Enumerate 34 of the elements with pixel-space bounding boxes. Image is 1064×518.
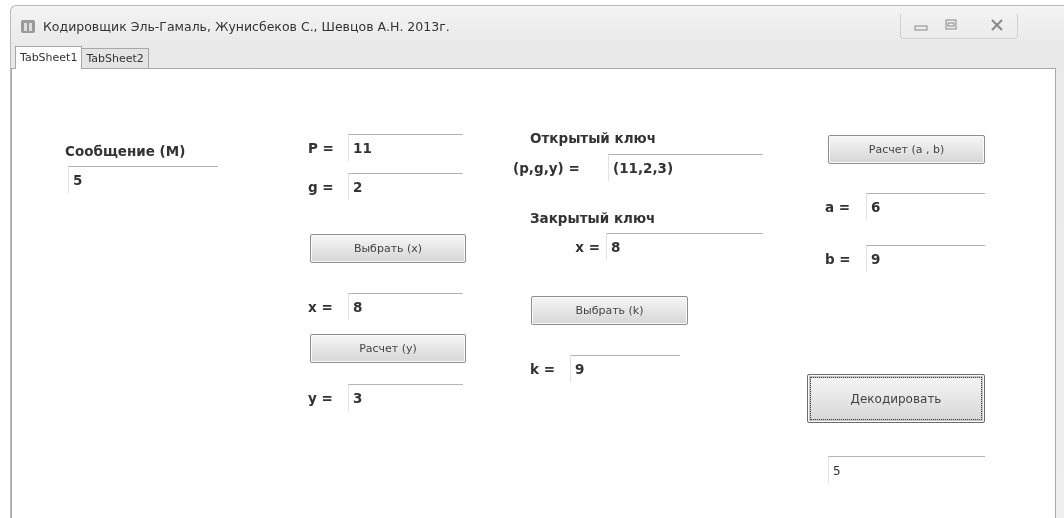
field-label: P = <box>308 139 335 156</box>
tab[interactable]: TabSheet2 <box>81 48 149 68</box>
input-field[interactable]: 9 <box>866 245 985 272</box>
field-label: (p,g,y) = <box>513 159 581 176</box>
section-heading: Закрытый ключ <box>530 209 656 228</box>
field-label: x = <box>574 238 601 255</box>
field-label: a = <box>825 198 852 215</box>
action-button[interactable]: Расчет (y) <box>310 334 466 363</box>
input-field[interactable]: (11,2,3) <box>608 154 763 181</box>
input-field[interactable]: 6 <box>866 193 985 220</box>
app-icon <box>19 17 37 35</box>
section-heading: Открытый ключ <box>530 129 656 148</box>
input-field[interactable]: 8 <box>348 293 463 320</box>
input-field[interactable]: 8 <box>606 233 763 260</box>
input-field[interactable]: 11 <box>348 134 463 161</box>
input-field[interactable]: 5 <box>828 456 985 483</box>
input-field[interactable]: 2 <box>348 173 463 200</box>
window-title: Кодировщик Эль-Гамаль, Жунисбеков С., Шевцов А.Н. 2013г. <box>43 18 450 34</box>
input-field[interactable]: 5 <box>68 166 218 193</box>
maximize-icon[interactable] <box>943 17 959 32</box>
tab[interactable]: TabSheet1 <box>15 46 83 69</box>
field-label: k = <box>530 360 556 377</box>
field-label: x = <box>308 298 334 315</box>
section-heading: Сообщение (М) <box>65 142 186 161</box>
action-button[interactable]: Выбрать (x) <box>310 234 466 263</box>
input-field[interactable]: 9 <box>570 355 680 382</box>
input-field[interactable]: 3 <box>348 384 463 411</box>
close-icon[interactable] <box>989 17 1005 32</box>
field-label: g = <box>308 178 335 195</box>
field-label: y = <box>308 389 334 406</box>
action-button[interactable]: Декодировать <box>807 374 985 423</box>
action-button[interactable]: Выбрать (k) <box>531 296 688 325</box>
field-label: b = <box>825 250 852 267</box>
action-button[interactable]: Расчет (a , b) <box>828 135 985 164</box>
